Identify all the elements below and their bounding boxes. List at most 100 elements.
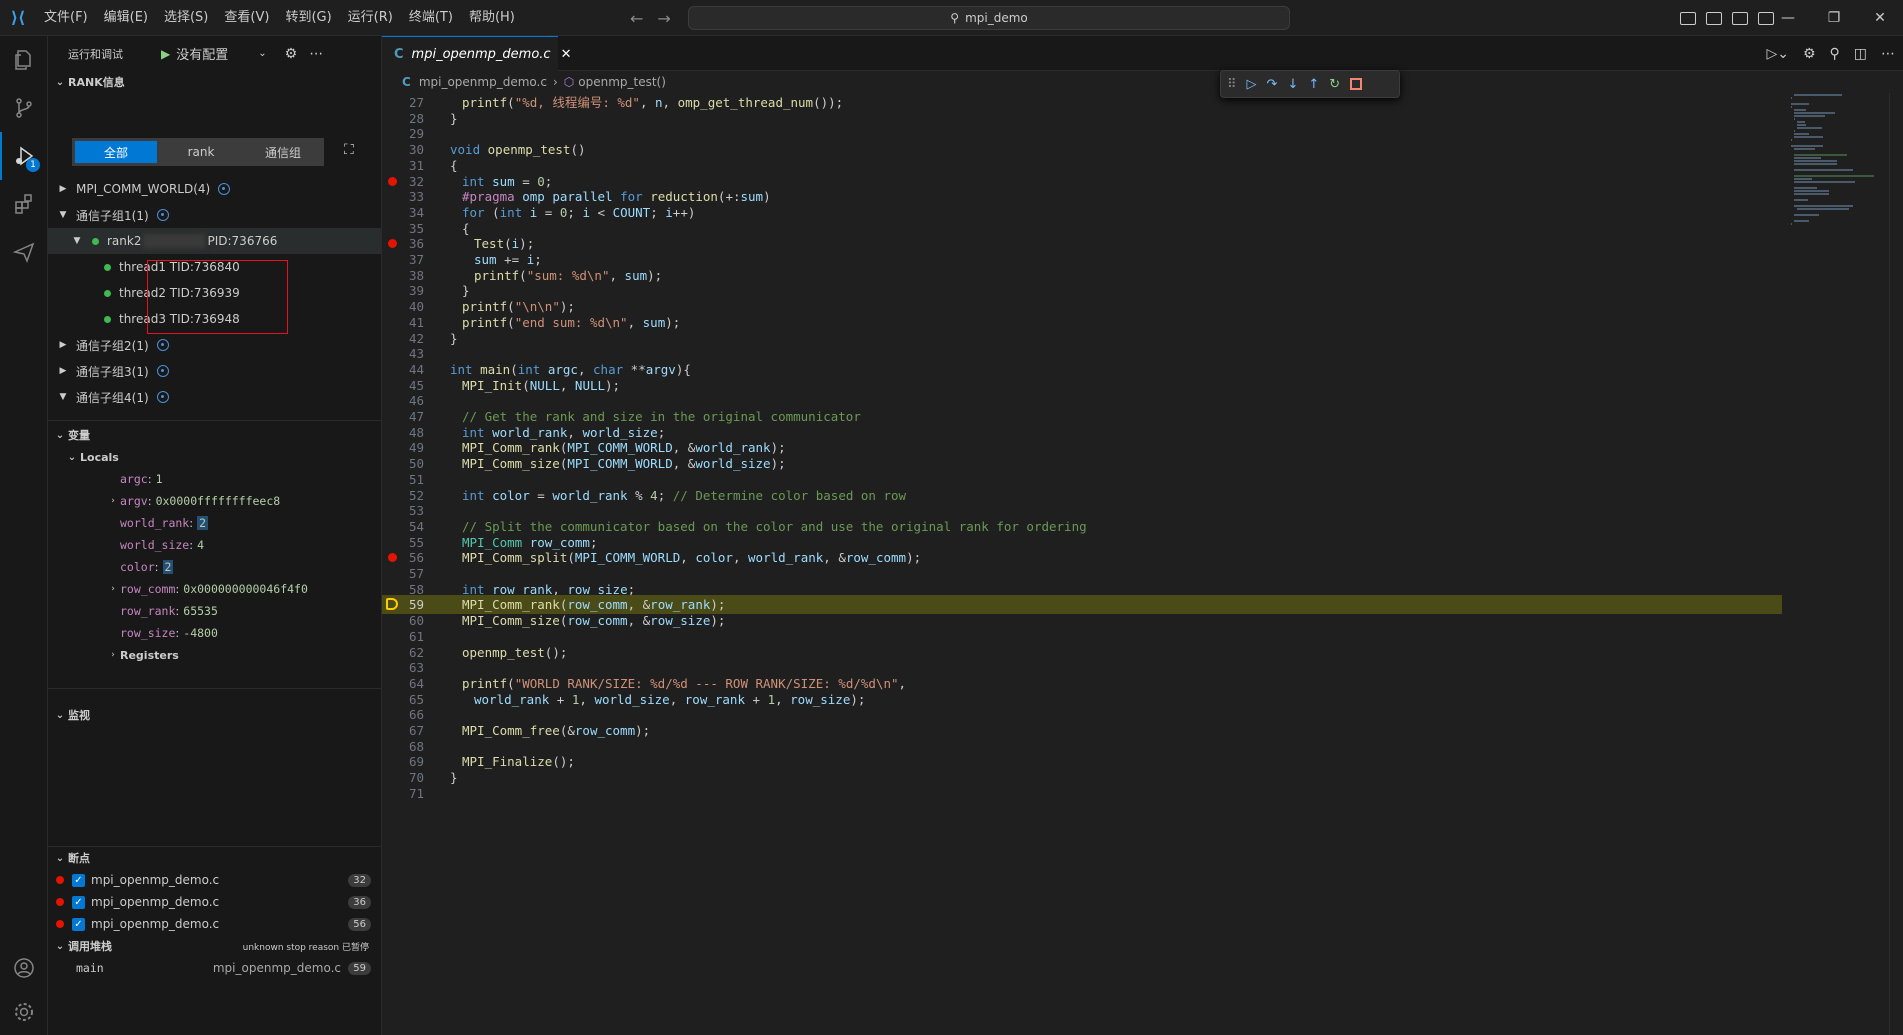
more-actions-icon[interactable]: ⋯ [1881, 46, 1895, 62]
var-value: -4800 [183, 626, 218, 640]
toggle-secondary-sidebar-icon[interactable] [1732, 11, 1748, 25]
continue-icon[interactable]: ▷ [1247, 77, 1257, 92]
explorer-icon[interactable] [0, 36, 48, 84]
var-name: color [120, 560, 155, 574]
rank-section-header[interactable]: ⌄ RANK信息 [48, 71, 381, 93]
variable-color[interactable]: color: 2 [120, 556, 174, 578]
manage-gear-icon[interactable] [0, 988, 48, 1035]
menu-terminal[interactable]: 终端(T) [401, 0, 461, 36]
locals-scope[interactable]: ⌄ Locals [60, 446, 119, 468]
menu-edit[interactable]: 编辑(E) [96, 0, 156, 36]
variables-section-header[interactable]: ⌄ 变量 [48, 424, 90, 446]
extensions-icon[interactable] [0, 180, 48, 228]
var-name: row_rank [120, 604, 176, 618]
variable-row-rank[interactable]: row_rank: 65535 [120, 600, 218, 622]
forward-arrow-icon[interactable]: → [657, 9, 670, 28]
target-icon[interactable] [156, 339, 169, 351]
minimap-line [1794, 214, 1819, 216]
hierarchy-icon[interactable]: ⛶ [344, 142, 354, 158]
segment-all[interactable]: 全部 [75, 141, 157, 163]
editor-tab[interactable]: C mpi_openmp_demo.c ✕ [382, 36, 572, 71]
minimize-icon[interactable]: — [1765, 0, 1811, 36]
menu-run[interactable]: 运行(R) [340, 0, 401, 36]
menu-help[interactable]: 帮助(H) [461, 0, 523, 36]
step-over-icon[interactable]: ↷ [1267, 77, 1278, 92]
command-center-search[interactable]: ⚲ mpi_demo [688, 6, 1290, 30]
more-actions-icon[interactable]: ⋯ [309, 46, 323, 62]
gear-icon[interactable]: ⚙ [285, 46, 298, 62]
variable-argc[interactable]: argc: 1 [120, 468, 163, 490]
tree-item-subgroup-4[interactable]: ▼ 通信子组4(1) [48, 384, 381, 410]
minimap-line [1794, 109, 1806, 111]
callstack-section-header[interactable]: ⌄ 调用堆栈 unknown stop reason 已暂停 [48, 935, 381, 957]
tree-item-mpi-comm-world[interactable]: ▶ MPI_COMM_WORLD(4) [48, 176, 381, 202]
registers-scope[interactable]: › Registers [106, 644, 179, 666]
run-debug-dropdown-icon[interactable]: ▷⌄ [1766, 46, 1789, 62]
breakpoint-checkbox[interactable]: ✓ [72, 895, 85, 909]
drag-grip-icon[interactable]: ⠿ [1227, 77, 1237, 92]
menu-view[interactable]: 查看(V) [216, 0, 277, 36]
accounts-icon[interactable] [0, 944, 48, 992]
breakpoint-item[interactable]: ✓ mpi_openmp_demo.c 56 [48, 913, 381, 935]
chevron-down-icon: ▼ [59, 392, 67, 402]
activity-bar: 1 [0, 36, 48, 1035]
target-icon[interactable] [156, 365, 169, 377]
menu-selection[interactable]: 选择(S) [156, 0, 216, 36]
segment-comm-group[interactable]: 通信组 [242, 138, 324, 166]
var-value: 65535 [183, 604, 218, 618]
split-editor-icon[interactable]: ◫ [1854, 46, 1867, 62]
run-and-debug-icon[interactable]: 1 [0, 132, 48, 180]
stop-icon[interactable] [1350, 78, 1363, 90]
var-name: row_size [120, 626, 176, 640]
tab-bar: C mpi_openmp_demo.c ✕ ▷⌄ ⚙ ⚲ ◫ ⋯ [382, 36, 1903, 71]
overview-ruler-scrollbar[interactable] [1889, 93, 1903, 1035]
breakpoint-checkbox[interactable]: ✓ [72, 917, 85, 931]
segment-rank[interactable]: rank [160, 138, 242, 166]
source-control-icon[interactable] [0, 84, 48, 132]
variable-world-rank[interactable]: world_rank: 2 [120, 512, 209, 534]
step-into-icon[interactable]: ↓ [1287, 77, 1298, 92]
step-out-icon[interactable]: ↑ [1308, 77, 1319, 92]
menu-file[interactable]: 文件(F) [36, 0, 96, 36]
target-icon[interactable] [156, 391, 169, 403]
menu-go[interactable]: 转到(G) [277, 0, 339, 36]
code-line[interactable]: 71 [382, 784, 1782, 803]
close-window-icon[interactable]: ✕ [1857, 0, 1903, 36]
target-icon[interactable] [156, 209, 169, 221]
back-arrow-icon[interactable]: ← [630, 9, 643, 28]
send-plugin-icon[interactable] [0, 228, 48, 276]
breakpoint-item[interactable]: ✓ mpi_openmp_demo.c 36 [48, 891, 381, 913]
variable-row-size[interactable]: row_size: -4800 [120, 622, 218, 644]
start-debug-play-icon[interactable]: ▶ [161, 47, 170, 61]
minimap-line [1797, 121, 1805, 123]
tree-item-subgroup-3[interactable]: ▶ 通信子组3(1) [48, 358, 381, 384]
search-icon[interactable]: ⚲ [1830, 46, 1840, 62]
frame-line-badge: 59 [348, 961, 371, 975]
target-icon[interactable] [218, 183, 231, 195]
breadcrumb-file[interactable]: mpi_openmp_demo.c [419, 75, 547, 89]
breakpoint-checkbox[interactable]: ✓ [72, 873, 85, 887]
tree-item-rank2[interactable]: ▼ rank2 PID:736766 [48, 228, 381, 254]
sidebar-header: 运行和调试 ▶ 没有配置 ⌄ ⚙ ⋯ [48, 36, 381, 71]
restart-icon[interactable]: ↻ [1329, 77, 1340, 92]
restore-icon[interactable]: ❐ [1811, 0, 1857, 36]
tree-item-subgroup-1[interactable]: ▼ 通信子组1(1) [48, 202, 381, 228]
close-icon[interactable]: ✕ [561, 47, 572, 62]
variable-argv[interactable]: › argv: 0x0000ffffffffeec8 [106, 490, 280, 512]
gear-icon[interactable]: ⚙ [1803, 46, 1816, 62]
breakpoint-item[interactable]: ✓ mpi_openmp_demo.c 32 [48, 869, 381, 891]
minimap[interactable] [1791, 93, 1881, 233]
watch-section-header[interactable]: ⌄ 监视 [48, 704, 90, 726]
toggle-primary-sidebar-icon[interactable] [1680, 11, 1696, 25]
var-value: 1 [155, 472, 163, 486]
tree-item-subgroup-2[interactable]: ▶ 通信子组2(1) [48, 332, 381, 358]
toggle-panel-icon[interactable] [1706, 11, 1722, 25]
variable-world-size[interactable]: world_size: 4 [120, 534, 204, 556]
callstack-frame[interactable]: main mpi_openmp_demo.c 59 [48, 957, 381, 979]
debug-config-select[interactable]: 没有配置 [176, 44, 228, 63]
breadcrumb-symbol[interactable]: openmp_test() [578, 75, 666, 89]
breakpoints-section-header[interactable]: ⌄ 断点 [48, 847, 90, 869]
chevron-down-icon[interactable]: ⌄ [258, 48, 266, 59]
editor-area: C mpi_openmp_demo.c ✕ ▷⌄ ⚙ ⚲ ◫ ⋯ C mpi_o… [382, 36, 1903, 1035]
variable-row-comm[interactable]: › row_comm: 0x000000000046f4f0 [106, 578, 308, 600]
